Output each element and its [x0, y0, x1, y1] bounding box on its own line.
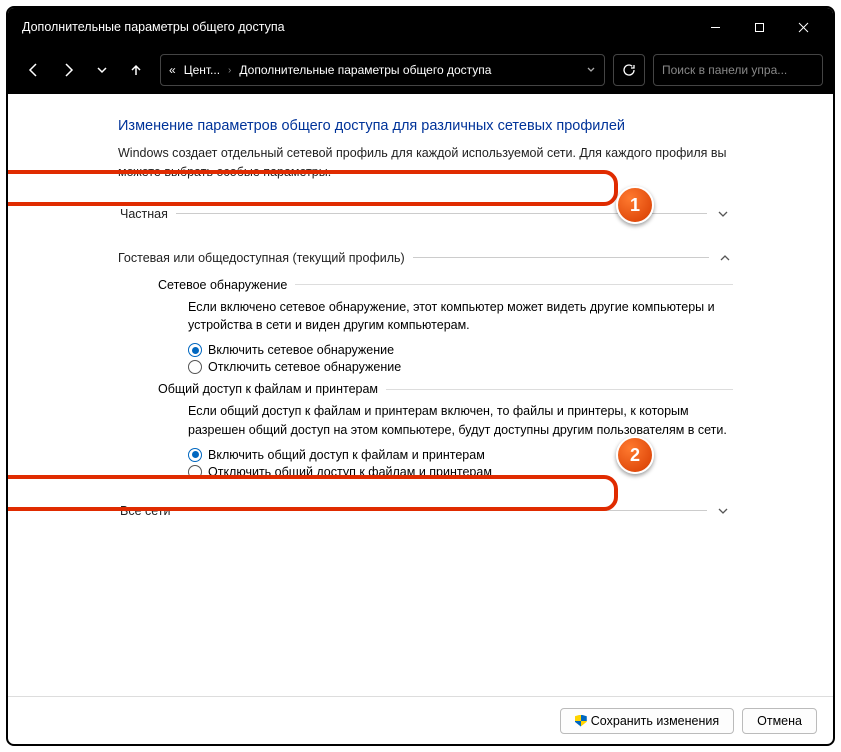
profile-guest-title: Гостевая или общедоступная (текущий проф… — [118, 251, 405, 265]
radio-discovery-off[interactable]: Отключить сетевое обнаружение — [188, 360, 733, 374]
section-file-sharing: Общий доступ к файлам и принтерам — [158, 382, 733, 396]
radio-icon — [188, 465, 202, 479]
cancel-button[interactable]: Отмена — [742, 708, 817, 734]
radio-sharing-off[interactable]: Отключить общий доступ к файлам и принте… — [188, 465, 733, 479]
breadcrumb[interactable]: « Цент... › Дополнительные параметры общ… — [160, 54, 605, 86]
shield-icon — [575, 715, 587, 727]
breadcrumb-part1[interactable]: Цент... — [184, 63, 220, 77]
close-button[interactable] — [781, 12, 825, 42]
profile-guest-header[interactable]: Гостевая или общедоступная (текущий проф… — [118, 246, 733, 270]
search-placeholder: Поиск в панели упра... — [662, 63, 787, 77]
navbar: « Цент... › Дополнительные параметры общ… — [8, 46, 833, 94]
profile-guest: Гостевая или общедоступная (текущий проф… — [118, 246, 733, 479]
minimize-button[interactable] — [693, 12, 737, 42]
up-button[interactable] — [120, 54, 152, 86]
chevron-up-icon — [717, 250, 733, 266]
section-network-discovery: Сетевое обнаружение — [158, 278, 733, 292]
breadcrumb-prefix: « — [169, 63, 176, 77]
profile-private-title: Частная — [120, 207, 168, 221]
content-area: Изменение параметров общего доступа для … — [8, 94, 833, 696]
chevron-down-icon — [715, 503, 731, 519]
profile-private[interactable]: Частная — [118, 196, 733, 232]
radio-sharing-on[interactable]: Включить общий доступ к файлам и принтер… — [188, 448, 733, 462]
radio-icon — [188, 360, 202, 374]
forward-button[interactable] — [52, 54, 84, 86]
back-button[interactable] — [18, 54, 50, 86]
refresh-button[interactable] — [613, 54, 645, 86]
radio-discovery-on[interactable]: Включить сетевое обнаружение — [188, 343, 733, 357]
titlebar: Дополнительные параметры общего доступа — [8, 8, 833, 46]
page-description: Windows создает отдельный сетевой профил… — [118, 144, 733, 182]
save-button[interactable]: Сохранить изменения — [560, 708, 734, 734]
search-input[interactable]: Поиск в панели упра... — [653, 54, 823, 86]
sharing-description: Если общий доступ к файлам и принтерам в… — [188, 402, 733, 440]
profile-all-title: Все сети — [120, 504, 171, 518]
chevron-down-icon — [715, 206, 731, 222]
breadcrumb-part2[interactable]: Дополнительные параметры общего доступа — [239, 63, 578, 77]
history-dropdown[interactable] — [86, 54, 118, 86]
chevron-right-icon: › — [228, 65, 231, 76]
footer: Сохранить изменения Отмена — [8, 696, 833, 744]
window-title: Дополнительные параметры общего доступа — [22, 20, 693, 34]
radio-icon — [188, 448, 202, 462]
maximize-button[interactable] — [737, 12, 781, 42]
discovery-description: Если включено сетевое обнаружение, этот … — [188, 298, 733, 336]
chevron-down-icon[interactable] — [586, 65, 596, 75]
profile-all-networks[interactable]: Все сети — [118, 493, 733, 529]
page-title: Изменение параметров общего доступа для … — [118, 118, 733, 134]
radio-icon — [188, 343, 202, 357]
